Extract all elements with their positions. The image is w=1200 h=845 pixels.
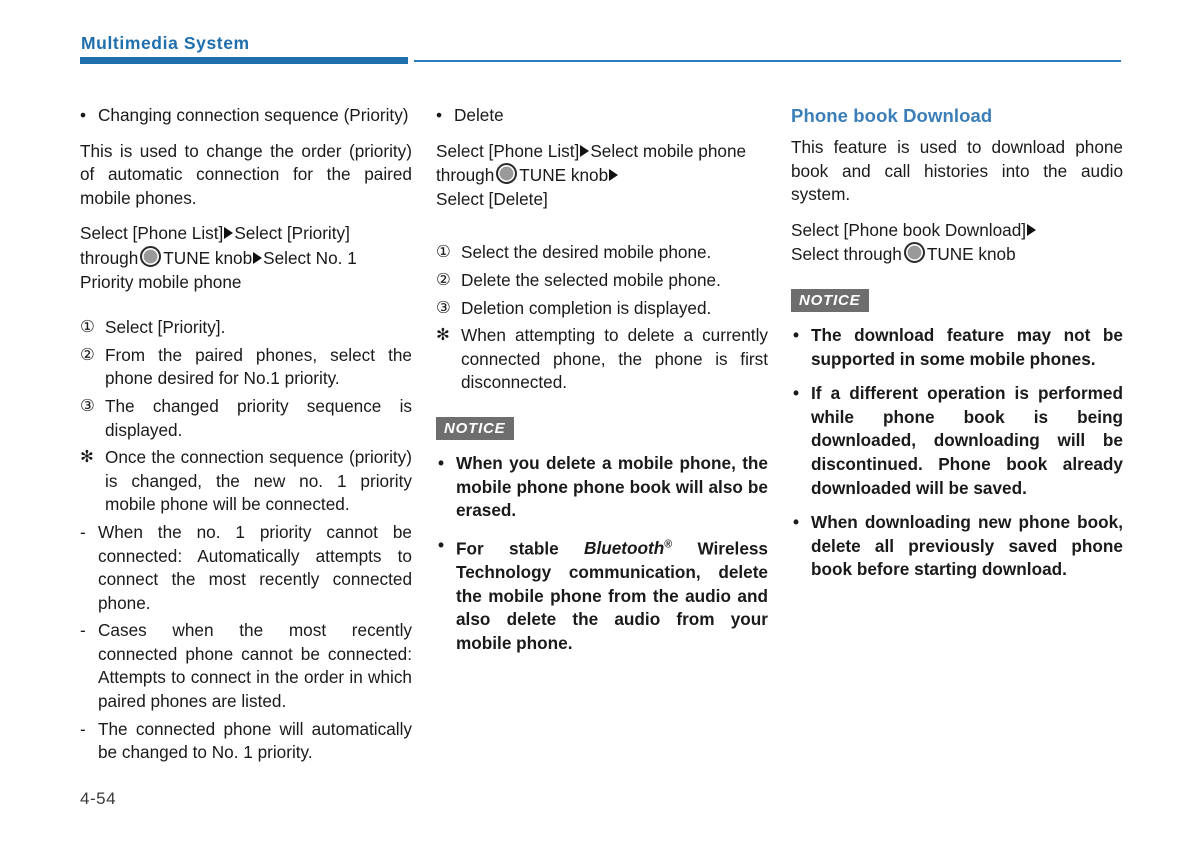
note-asterisk-icon: ✻ bbox=[436, 326, 450, 345]
dash-text: When the no. 1 priority cannot be connec… bbox=[98, 521, 412, 613]
path-part-1: Select [Phone List] bbox=[80, 223, 224, 244]
dash-marker: - bbox=[80, 521, 86, 542]
notice-bullet-text: When downloading new phone book, delete … bbox=[811, 512, 1123, 580]
path-part-3: TUNE knob bbox=[926, 244, 1016, 265]
tune-knob-icon bbox=[140, 245, 162, 267]
page-number: 4-54 bbox=[80, 789, 117, 808]
bullet-marker: • bbox=[80, 105, 87, 125]
notice-bullet-text: If a different operation is performed wh… bbox=[811, 383, 1123, 498]
bullet-heading-label: Changing connection sequence (Priority) bbox=[98, 105, 409, 125]
step-text: Select [Priority]. bbox=[105, 317, 226, 338]
tune-knob-icon bbox=[903, 242, 925, 264]
notice-badge: NOTICE bbox=[436, 416, 515, 440]
bluetooth-trademark: Bluetooth® bbox=[584, 538, 672, 558]
list-item: ✻ When attempting to delete a currently … bbox=[436, 324, 768, 395]
bluetooth-label: Bluetooth bbox=[584, 538, 665, 559]
navigation-path-priority: Select [Phone List] Select [Priority] thr… bbox=[80, 222, 412, 294]
step-text: When attempting to delete a currently co… bbox=[461, 325, 768, 393]
step-arrow-icon bbox=[609, 169, 619, 182]
header-accent-bar bbox=[80, 57, 408, 64]
page-title: Multimedia System bbox=[81, 33, 250, 53]
step-marker: ③ bbox=[80, 396, 95, 415]
step-text: The changed priority sequence is display… bbox=[105, 395, 412, 440]
notice-bullet: • For stable Bluetooth® Wireless Technolo… bbox=[436, 534, 768, 656]
notice-bullet: • When you delete a mobile phone, the mo… bbox=[436, 452, 768, 523]
step-text: Once the connection sequence (priority) … bbox=[105, 447, 412, 515]
list-item: ② From the paired phones, select the pho… bbox=[80, 344, 412, 391]
page-header: Multimedia System bbox=[0, 0, 1200, 70]
dash-text: The connected phone will automatically b… bbox=[98, 718, 412, 763]
bullet-marker: • bbox=[793, 324, 800, 345]
notice-bullet: • When downloading new phone book, delet… bbox=[791, 511, 1123, 582]
list-item: ② Delete the selected mobile phone. bbox=[436, 269, 768, 293]
list-item: - When the no. 1 priority cannot be conn… bbox=[80, 521, 412, 615]
dash-marker: - bbox=[80, 718, 86, 739]
intro-paragraph: This is used to change the order (priori… bbox=[80, 140, 412, 208]
step-text: From the paired phones, select the phone… bbox=[105, 344, 412, 389]
note-asterisk-icon: ✻ bbox=[80, 448, 94, 467]
step-text: Delete the selected mobile phone. bbox=[461, 269, 721, 290]
path-part-1: Select [Phone List] bbox=[436, 140, 580, 161]
bullet-marker: • bbox=[438, 534, 445, 555]
notice-bullet-text: The download feature may not be supporte… bbox=[811, 324, 1123, 369]
tune-knob-icon bbox=[496, 163, 518, 185]
step-arrow-icon bbox=[253, 251, 263, 264]
step-marker: ① bbox=[436, 243, 451, 262]
section-heading-phone-book-download: Phone book Download bbox=[791, 105, 993, 126]
bullet-marker: • bbox=[793, 383, 800, 404]
path-part-2: Select through bbox=[791, 244, 902, 265]
step-text: Select the desired mobile phone. bbox=[461, 242, 712, 263]
bullet-marker: • bbox=[436, 105, 443, 125]
path-part-3: TUNE knob bbox=[519, 165, 609, 186]
dash-text: Cases when the most recently connected p… bbox=[98, 620, 412, 712]
notice-bullet: • If a different operation is performed … bbox=[791, 382, 1123, 500]
list-item: ① Select [Priority]. bbox=[80, 316, 412, 340]
step-marker: ① bbox=[80, 318, 95, 337]
step-marker: ② bbox=[80, 345, 95, 364]
intro-paragraph: This feature is used to download phone b… bbox=[791, 137, 1123, 205]
navigation-path-delete: Select [Phone List] Select mobile phone t… bbox=[436, 140, 768, 212]
registered-mark-icon: ® bbox=[664, 538, 673, 551]
column-three: Phone book Download This feature is used… bbox=[791, 104, 1123, 582]
bullet-heading-delete: • Delete bbox=[436, 104, 768, 128]
notice-badge: NOTICE bbox=[791, 288, 870, 312]
step-marker: ② bbox=[436, 270, 451, 289]
bullet-heading-label: Delete bbox=[454, 105, 504, 125]
path-part-1: Select [Phone book Download] bbox=[791, 219, 1027, 240]
bullet-marker: • bbox=[438, 452, 445, 473]
notice-text-before: For stable bbox=[456, 538, 585, 559]
list-item: ③ The changed priority sequence is displ… bbox=[80, 395, 412, 442]
step-arrow-icon bbox=[580, 144, 590, 157]
list-item: ① Select the desired mobile phone. bbox=[436, 241, 768, 265]
list-item: ③ Deletion completion is displayed. bbox=[436, 297, 768, 321]
path-part-4: Select [Delete] bbox=[436, 188, 548, 209]
notice-bullet: • The download feature may not be suppor… bbox=[791, 324, 1123, 371]
list-item: - The connected phone will automatically… bbox=[80, 718, 412, 765]
list-item: ✻ Once the connection sequence (priority… bbox=[80, 446, 412, 517]
bullet-heading-changing-connection-sequence: • Changing connection sequence (Priority… bbox=[80, 104, 412, 128]
bullet-marker: • bbox=[793, 512, 800, 533]
step-text: Deletion completion is displayed. bbox=[461, 297, 712, 318]
list-item: - Cases when the most recently connected… bbox=[80, 619, 412, 713]
column-two: • Delete Select [Phone List] Select mobil… bbox=[436, 104, 768, 655]
navigation-path-phone-book-download: Select [Phone book Download] Select throu… bbox=[791, 219, 1123, 267]
notice-bullet-text: When you delete a mobile phone, the mobi… bbox=[456, 452, 768, 521]
dash-marker: - bbox=[80, 620, 86, 641]
step-marker: ③ bbox=[436, 298, 451, 317]
step-arrow-icon bbox=[1027, 223, 1037, 236]
header-rule-line bbox=[414, 60, 1121, 62]
column-one: • Changing connection sequence (Priority… bbox=[80, 104, 412, 769]
step-arrow-icon bbox=[224, 227, 234, 240]
path-part-3: TUNE knob bbox=[163, 247, 253, 268]
